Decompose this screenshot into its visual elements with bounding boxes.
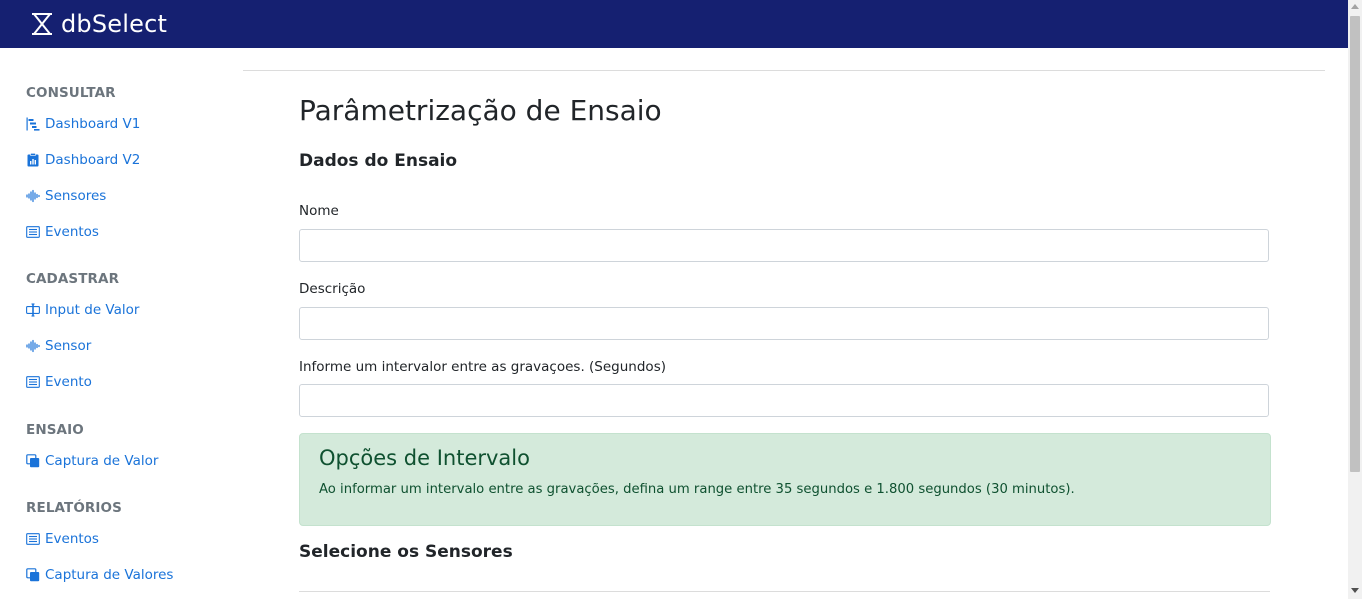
- page-title: Parâmetrização de Ensaio: [299, 94, 662, 127]
- descricao-label: Descrição: [299, 281, 366, 297]
- sidebar-section-ensaio: ENSAIO: [26, 422, 84, 438]
- sidebar-item-sensor[interactable]: Sensor: [26, 337, 91, 355]
- soundwave-icon: [26, 189, 40, 203]
- sidebar-item-input-de-valor[interactable]: Input de Valor: [26, 301, 139, 319]
- list-icon: [26, 533, 40, 545]
- descricao-input[interactable]: [299, 307, 1269, 340]
- sidebar-item-evento[interactable]: Evento: [26, 373, 92, 391]
- sidebar-item-dashboard-v1[interactable]: Dashboard V1: [26, 115, 140, 133]
- nome-input[interactable]: [299, 229, 1269, 262]
- sidebar-item-label: Eventos: [45, 531, 99, 547]
- alert-title: Opções de Intervalo: [319, 446, 530, 470]
- input-cursor-icon: [26, 303, 40, 317]
- top-navbar: dbSelect: [0, 0, 1348, 48]
- section-title-selecione-sensores: Selecione os Sensores: [299, 542, 513, 562]
- sidebar-section-relatorios: RELATÓRIOS: [26, 500, 122, 516]
- sidebar-item-label: Sensores: [45, 188, 107, 204]
- brand[interactable]: dbSelect: [30, 9, 167, 39]
- sidebar-item-label: Input de Valor: [45, 302, 140, 318]
- sidebar-item-eventos[interactable]: Eventos: [26, 223, 99, 241]
- brand-name: dbSelect: [61, 10, 168, 38]
- intervalo-input[interactable]: [299, 384, 1269, 417]
- intervalo-label: Informe um intervalor entre as gravaçoes…: [299, 359, 666, 375]
- sidebar-item-sensores[interactable]: Sensores: [26, 187, 106, 205]
- divider: [243, 70, 1325, 71]
- clipboard-data-icon: [27, 153, 39, 167]
- list-icon: [26, 376, 40, 388]
- sidebar-item-label: Eventos: [45, 224, 99, 240]
- scroll-thumb[interactable]: [1350, 16, 1360, 472]
- sidebar-item-label: Dashboard V1: [45, 116, 141, 132]
- scroll-down-arrow-icon[interactable]: [1351, 588, 1359, 593]
- sidebar: CONSULTAR Dashboard V1 Dashboard V2 Sens…: [0, 48, 243, 599]
- sidebar-item-captura-de-valor[interactable]: Captura de Valor: [26, 452, 158, 470]
- list-icon: [26, 226, 40, 238]
- sidebar-section-cadastrar: CADASTRAR: [26, 271, 120, 287]
- soundwave-icon: [26, 339, 40, 353]
- sidebar-item-label: Captura de Valores: [45, 567, 174, 583]
- main-content: Parâmetrização de Ensaio Dados do Ensaio…: [243, 48, 1348, 599]
- nome-label: Nome: [299, 203, 339, 219]
- interval-options-alert: Opções de Intervalo Ao informar um inter…: [299, 433, 1271, 526]
- sidebar-section-consultar: CONSULTAR: [26, 85, 116, 101]
- brand-logo-icon: [32, 13, 52, 35]
- sidebar-item-label: Evento: [45, 374, 92, 390]
- bar-chart-steps-icon: [26, 117, 40, 131]
- sidebar-item-label: Dashboard V2: [45, 152, 141, 168]
- scroll-up-arrow-icon[interactable]: [1351, 4, 1359, 9]
- sidebar-item-captura-de-valores[interactable]: Captura de Valores: [26, 566, 173, 584]
- copy-icon: [26, 454, 40, 468]
- divider: [299, 591, 1270, 592]
- vertical-scrollbar[interactable]: [1348, 0, 1362, 599]
- sidebar-item-label: Captura de Valor: [45, 453, 159, 469]
- section-title-dados-do-ensaio: Dados do Ensaio: [299, 151, 458, 171]
- sidebar-item-dashboard-v2[interactable]: Dashboard V2: [26, 151, 140, 169]
- copy-icon: [26, 568, 40, 582]
- alert-text: Ao informar um intervalo entre as gravaç…: [319, 482, 1075, 497]
- sidebar-item-label: Sensor: [45, 338, 92, 354]
- sidebar-item-relatorio-eventos[interactable]: Eventos: [26, 530, 99, 548]
